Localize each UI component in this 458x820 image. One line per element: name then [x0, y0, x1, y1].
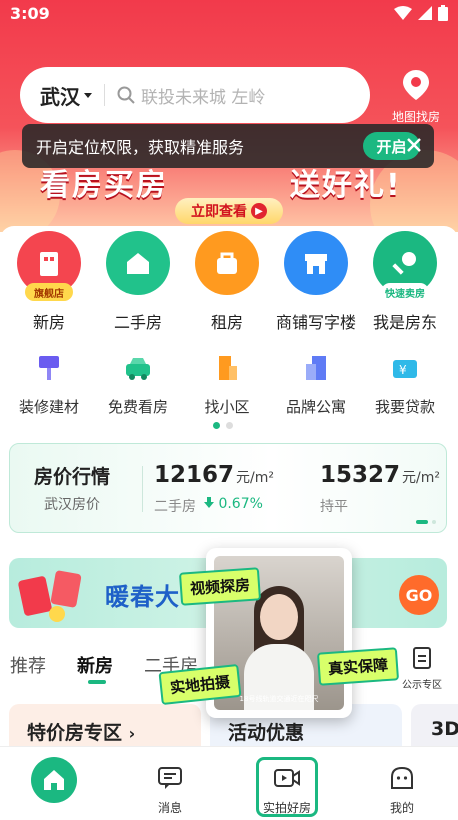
loan-icon: ¥	[385, 348, 425, 388]
battery-icon	[438, 5, 448, 21]
profile-icon	[387, 763, 417, 793]
notice-zone-button[interactable]: 公示专区	[396, 646, 448, 691]
community-icon	[207, 348, 247, 388]
wifi-icon	[394, 6, 412, 20]
category-label: 我要贷款	[374, 398, 435, 416]
price-card-subtitle: 武汉房价	[44, 497, 100, 513]
see-now-button[interactable]: 立即查看 ▶	[175, 198, 283, 224]
pager-dot	[226, 422, 233, 429]
video-tour-sticker: 视频探房	[178, 567, 262, 606]
svg-text:¥: ¥	[399, 363, 407, 377]
second-hand-change: 0.67%	[204, 496, 263, 512]
pager-dot-active	[213, 422, 220, 429]
category-label: 新房	[32, 313, 65, 332]
nav-live-shoot-label: 实拍好房	[262, 801, 311, 815]
secondary-categories: 装修建材 免费看房 找小区 品牌公寓 ¥ 我要贷款	[0, 348, 458, 418]
new-house-price: 15327 元/m²	[320, 462, 440, 488]
category-label: 品牌公寓	[285, 398, 346, 416]
category-rent[interactable]: 租房	[182, 231, 272, 333]
map-find-label: 地图找房	[391, 110, 440, 124]
category-free-viewing[interactable]: 免费看房	[93, 348, 183, 417]
nav-messages[interactable]: 消息	[124, 747, 216, 820]
chevron-right-icon: ›	[128, 724, 136, 743]
status-time: 3:09	[10, 4, 50, 23]
special-price-label: 特价房专区	[27, 722, 123, 744]
category-decoration[interactable]: 装修建材	[4, 348, 94, 417]
signal-icon	[418, 6, 432, 20]
chevron-down-icon	[84, 92, 92, 98]
location-permission-toast: 开启定位权限，获取精准服务 开启	[22, 124, 434, 168]
authentic-guarantee-sticker: 真实保障	[316, 647, 400, 686]
status-bar: 3:09	[0, 0, 458, 28]
arrow-down-icon	[204, 497, 214, 508]
shop-icon	[284, 231, 348, 295]
house-icon	[106, 231, 170, 295]
activity-label: 活动优惠	[228, 722, 305, 744]
quick-sell-badge: 快速卖房	[381, 283, 429, 301]
close-icon[interactable]	[402, 133, 426, 157]
price-trend-card[interactable]: 房价行情 武汉房价 12167 元/m² 二手房 0.67% 15327 元/m² …	[9, 443, 447, 533]
category-label: 找小区	[204, 398, 250, 416]
message-icon	[155, 763, 185, 793]
price-card-title: 房价行情	[34, 466, 111, 488]
second-hand-price: 12167 元/m²	[154, 462, 274, 488]
category-label: 二手房	[113, 313, 162, 332]
tab-underline	[88, 680, 106, 684]
category-brand-apartment[interactable]: 品牌公寓	[271, 348, 361, 417]
category-loan[interactable]: ¥ 我要贷款	[360, 348, 450, 417]
nav-mine[interactable]: 我的	[356, 747, 448, 820]
category-new-house[interactable]: 旗舰店 新房	[4, 231, 94, 333]
category-shop-office[interactable]: 商铺写字楼	[271, 231, 361, 333]
bottom-navigation: 消息 实拍好房 我的	[0, 746, 458, 820]
status-icons	[394, 5, 448, 21]
nav-live-shoot[interactable]: 实拍好房	[241, 747, 333, 820]
search-input[interactable]: 联投未来城 左岭	[141, 83, 265, 108]
new-house-label: 持平	[320, 499, 348, 515]
second-hand-label: 二手房	[154, 499, 196, 515]
category-landlord[interactable]: 快速卖房 我是房东	[360, 231, 450, 333]
nav-home[interactable]	[8, 747, 100, 820]
price-card-pager	[416, 520, 436, 524]
location-pin-icon	[403, 70, 429, 100]
category-label: 我是房东	[372, 313, 437, 332]
category-label: 租房	[210, 313, 243, 332]
tab-recommend[interactable]: 推荐	[10, 652, 46, 678]
flagship-badge: 旗舰店	[25, 283, 73, 301]
map-find-button[interactable]: 地图找房	[386, 70, 446, 125]
3d-label: 3D	[431, 718, 458, 740]
promo-go-button[interactable]: GO	[399, 575, 439, 615]
bag-icon	[195, 231, 259, 295]
home-icon	[31, 757, 77, 803]
paint-brush-icon	[29, 348, 69, 388]
video-camera-icon	[272, 763, 302, 793]
price-card-divider	[142, 466, 143, 512]
key-icon: 快速卖房	[373, 231, 437, 301]
tab-new-house[interactable]: 新房	[77, 652, 113, 678]
car-icon	[118, 348, 158, 388]
search-icon	[117, 86, 135, 104]
toast-message: 开启定位权限，获取精准服务	[36, 138, 245, 157]
nav-messages-label: 消息	[157, 801, 182, 815]
category-label: 装修建材	[18, 398, 79, 416]
building-icon: 旗舰店	[17, 231, 81, 301]
nav-mine-label: 我的	[389, 801, 414, 815]
primary-categories: 旗舰店 新房 二手房 租房 商铺写字楼 快速卖房 我是房东	[0, 231, 458, 336]
search-divider	[104, 84, 105, 106]
category-find-community[interactable]: 找小区	[182, 348, 272, 417]
promo-title: 暖春大	[105, 583, 180, 611]
apartment-icon	[296, 348, 336, 388]
red-envelope-icon	[18, 570, 82, 622]
category-pager	[213, 422, 233, 429]
document-icon	[413, 647, 431, 669]
category-second-hand[interactable]: 二手房	[93, 231, 183, 333]
chevron-right-icon: ▶	[251, 203, 267, 219]
search-bar[interactable]: 武汉 联投未来城 左岭	[20, 67, 370, 123]
see-now-label: 立即查看	[191, 204, 247, 220]
category-label: 商铺写字楼	[275, 313, 356, 332]
category-label: 免费看房	[107, 398, 168, 416]
presenter-face	[260, 594, 298, 640]
notice-zone-label: 公示专区	[402, 680, 442, 691]
city-selector[interactable]: 武汉	[40, 81, 80, 110]
